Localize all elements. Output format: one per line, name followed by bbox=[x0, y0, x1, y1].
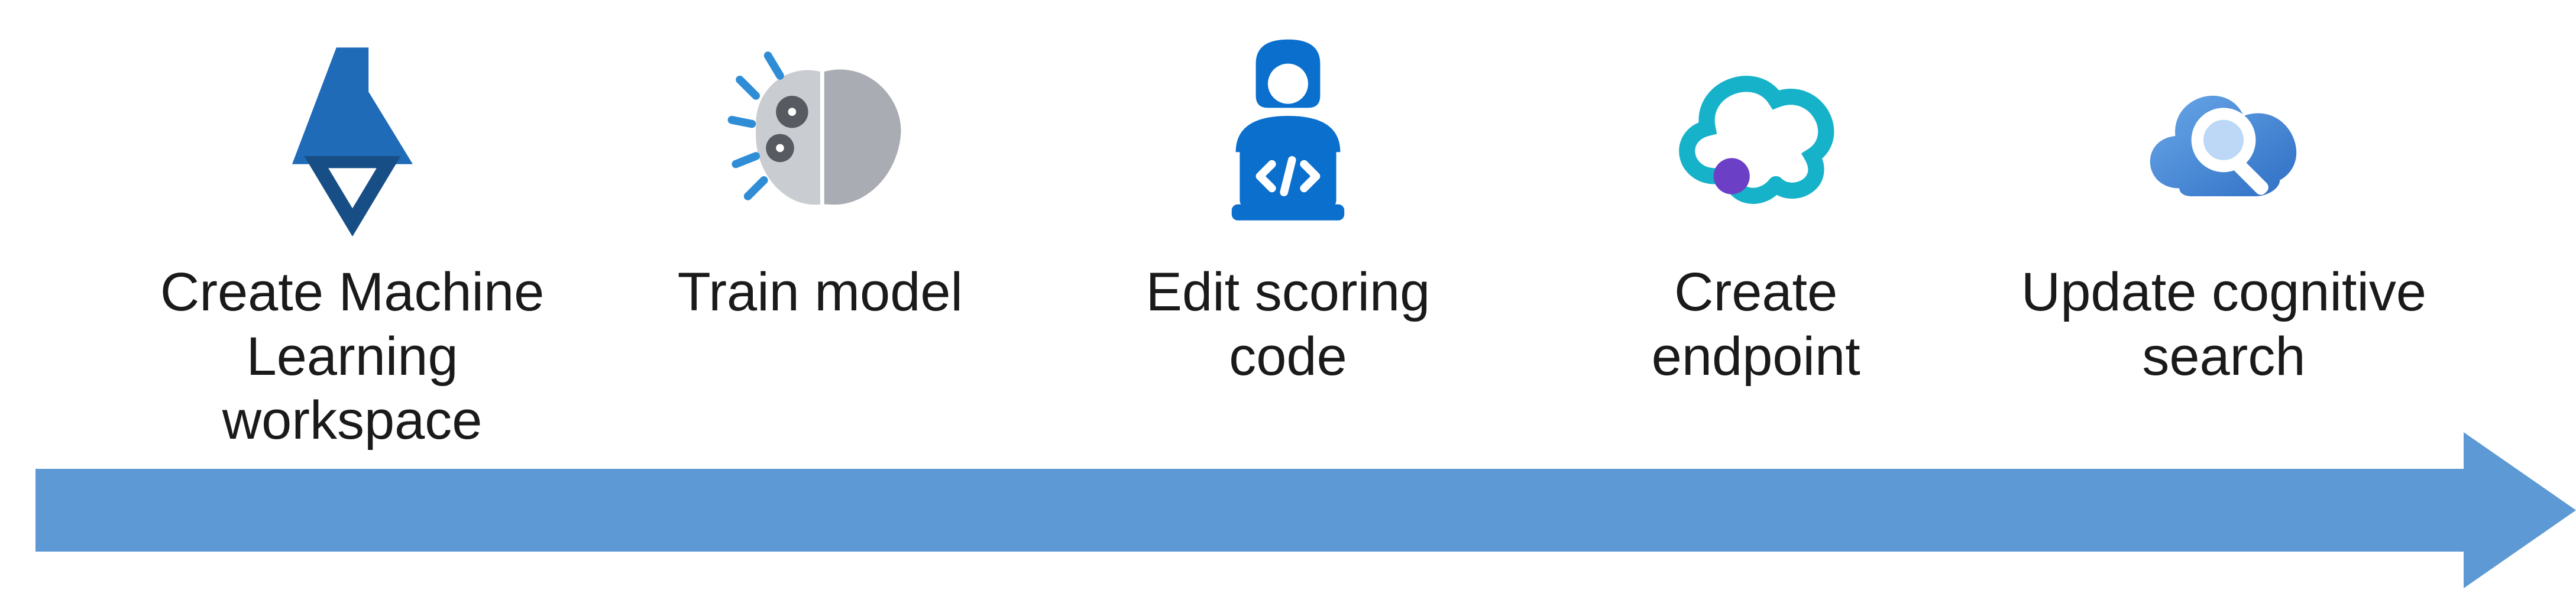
step-create-ml-workspace: Create Machine Learning workspace bbox=[118, 24, 586, 453]
process-diagram: Create Machine Learning workspace bbox=[0, 0, 2576, 606]
cloud-endpoint-icon bbox=[1522, 24, 1990, 248]
arrow-shaft bbox=[35, 469, 2464, 552]
step-label: Create Machine Learning workspace bbox=[118, 260, 586, 453]
arrow-head-icon bbox=[2464, 432, 2576, 588]
step-label: Create endpoint bbox=[1522, 260, 1990, 388]
developer-code-icon bbox=[1054, 24, 1522, 248]
step-label: Update cognitive search bbox=[1990, 260, 2458, 388]
step-create-endpoint: Create endpoint bbox=[1522, 24, 1990, 453]
brain-gears-icon bbox=[586, 24, 1054, 248]
step-train-model: Train model bbox=[586, 24, 1054, 453]
step-label: Train model bbox=[586, 260, 1054, 325]
step-update-cognitive-search: Update cognitive search bbox=[1990, 24, 2458, 453]
steps-row: Create Machine Learning workspace bbox=[0, 0, 2576, 453]
cloud-search-icon bbox=[1990, 24, 2458, 248]
flask-ml-icon bbox=[118, 24, 586, 248]
step-label: Edit scoring code bbox=[1054, 260, 1522, 388]
step-edit-scoring-code: Edit scoring code bbox=[1054, 24, 1522, 453]
flow-arrow bbox=[35, 432, 2576, 588]
